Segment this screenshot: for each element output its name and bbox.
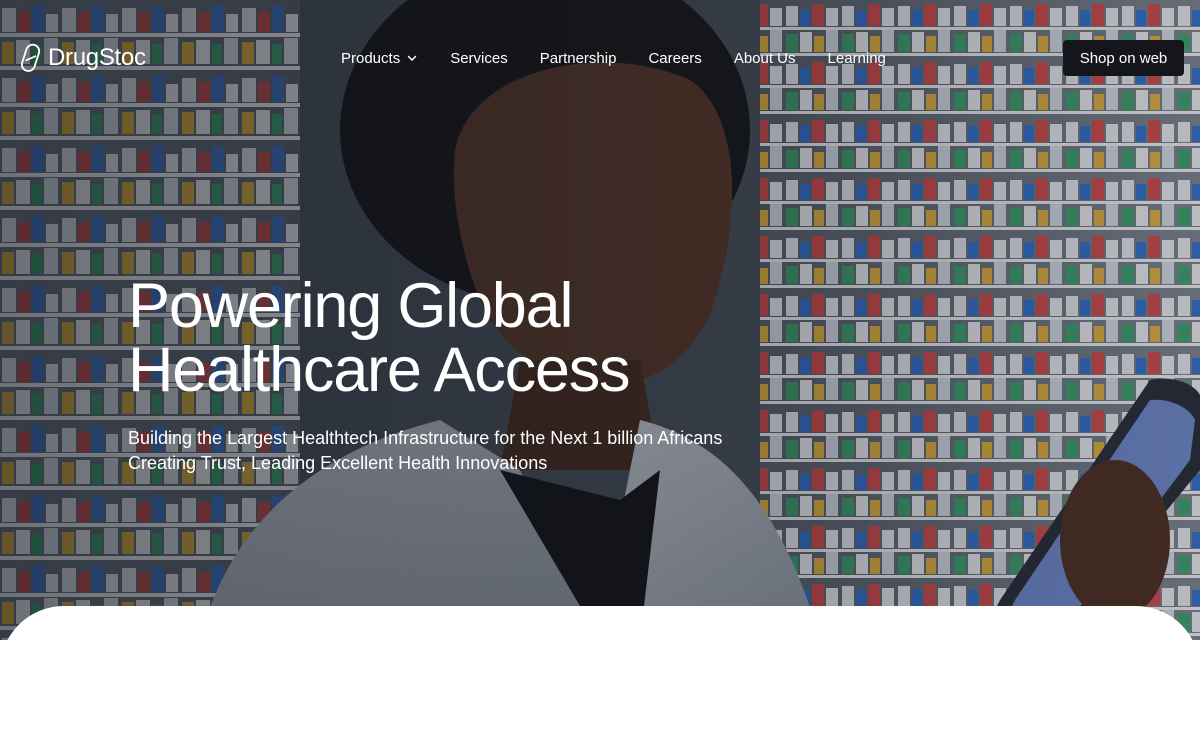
nav-item-label: Partnership [539,49,617,67]
nav-item-label: Learning [827,49,886,67]
brand-logo[interactable]: DrugStoc [20,42,146,74]
shop-on-web-button[interactable]: Shop on web [1063,40,1184,76]
nav-item-products[interactable]: Products [341,50,418,67]
nav-item-label: About Us [733,49,796,67]
nav-item-label: Products [341,49,401,67]
pill-capsule-icon [20,43,41,72]
hero-title-line-2: Healthcare Access [128,335,631,405]
content-panel [0,606,1200,750]
page: DrugStoc Products Services Partnership C… [0,0,1200,750]
nav-item-label: Services [450,49,508,67]
nav-item-learning[interactable]: Learning [828,50,886,67]
hero-subtitle-line-2: Creating Trust, Leading Excellent Health… [128,453,548,473]
nav-item-partnership[interactable]: Partnership [540,50,617,67]
nav-item-services[interactable]: Services [450,50,508,67]
nav-item-about-us[interactable]: About Us [734,50,796,67]
hero-subtitle-line-1: Building the Largest Healthtech Infrastr… [128,428,723,448]
hero-subtitle: Building the Largest Healthtech Infrastr… [128,426,888,476]
hero-title: Powering Global Healthcare Access [128,274,828,402]
main-nav: Products Services Partnership Careers Ab… [341,47,886,69]
hero-title-line-1: Powering Global [128,271,573,341]
site-header: DrugStoc Products Services Partnership C… [0,0,1200,116]
nav-item-careers[interactable]: Careers [648,50,701,67]
brand-name: DrugStoc [48,44,146,71]
chevron-down-icon [407,55,417,61]
nav-item-label: Careers [648,49,702,67]
